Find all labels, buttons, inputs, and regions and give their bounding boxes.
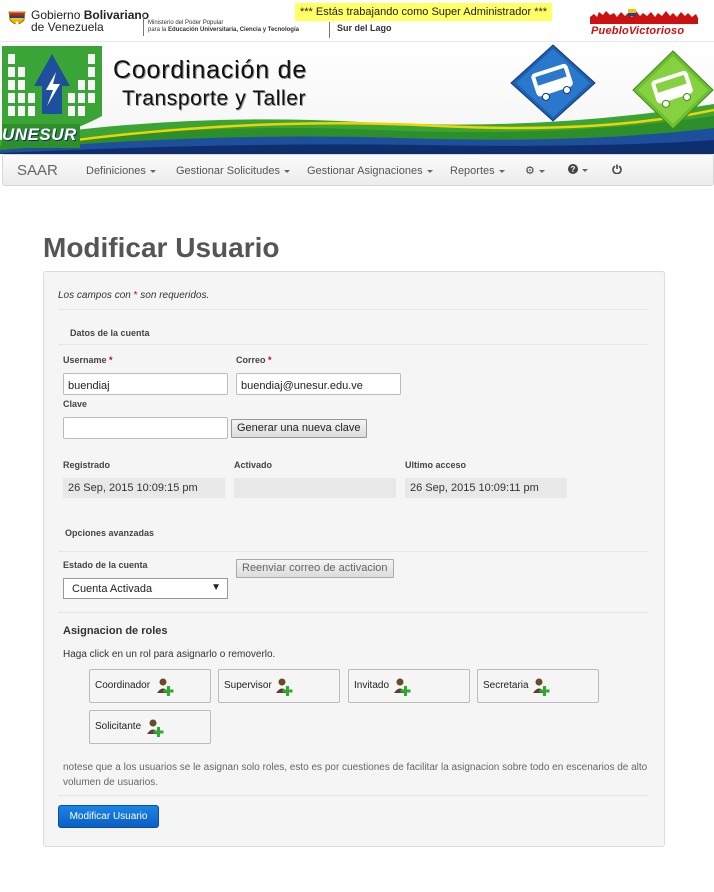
navbar-brand[interactable]: SAAR [17, 162, 58, 179]
role-label: Solicitante [95, 721, 142, 732]
nav-definiciones[interactable]: Definiciones [86, 165, 156, 177]
nav-help[interactable]: ? [568, 164, 588, 176]
advanced-section-legend: Opciones avanzadas [65, 528, 155, 538]
username-label: Username * [63, 355, 113, 365]
nav-logout[interactable] [612, 164, 622, 177]
required-fields-note: Los campos con * son requeridos. [58, 290, 210, 301]
bus-icon [510, 44, 596, 122]
last-access-value: 26 Sep, 2015 10:09:11 pm [405, 478, 567, 498]
role-label: Invitado [354, 680, 390, 691]
generate-password-button[interactable]: Generar una nueva clave [231, 419, 367, 438]
dropdown-arrow-icon: ▼ [211, 582, 221, 593]
caret-down-icon [149, 169, 156, 173]
caret-down-icon [283, 169, 290, 173]
question-icon: ? [568, 164, 578, 174]
account-status-label: Estado de la cuenta [63, 560, 148, 570]
divider [58, 612, 649, 613]
caret-down-icon [426, 169, 433, 173]
role-invitado[interactable]: Invitado [348, 669, 470, 703]
add-role-icon [157, 678, 174, 696]
roles-help-text: Haga click en un rol para asignarlo o re… [63, 649, 276, 660]
activated-label: Activado [234, 460, 273, 470]
divider [58, 309, 649, 310]
nav-settings[interactable]: ⚙ [525, 164, 545, 177]
caret-down-icon [498, 169, 505, 173]
role-supervisor[interactable]: Supervisor [218, 669, 340, 703]
add-role-icon [147, 719, 164, 737]
government-header: Gobierno Bolivariano de Venezuela Minist… [0, 0, 714, 42]
role-secretaria[interactable]: Secretaria [477, 669, 599, 703]
password-label: Clave [63, 399, 88, 409]
power-icon [612, 164, 622, 175]
registered-label: Registrado [63, 460, 111, 470]
region-label: Sur del Lago [337, 23, 392, 33]
account-section-legend: Datos de la cuenta [70, 328, 150, 338]
registered-value: 26 Sep, 2015 10:09:15 pm [63, 478, 225, 498]
superadmin-notice: *** Estás trabajando como Super Administ… [295, 3, 553, 21]
crowd-silhouette-icon [590, 9, 698, 24]
divider [58, 344, 649, 345]
banner-title: Coordinación de [113, 56, 308, 84]
email-label: Correo * [236, 355, 272, 365]
banner-wave-graphic [0, 42, 714, 154]
banner: UNESUR Coordinación de Transporte y Tall… [0, 42, 714, 154]
svg-text:?: ? [571, 165, 576, 174]
roles-note: notese que a los usuarios se le asignan … [63, 762, 648, 788]
divider [58, 551, 649, 552]
role-solicitante[interactable]: Solicitante [89, 710, 211, 744]
role-label: Coordinador [95, 680, 151, 691]
page-title: Modificar Usuario [43, 232, 280, 263]
divider [58, 795, 649, 796]
header-divider [329, 22, 330, 38]
add-role-icon [394, 678, 411, 696]
caret-down-icon [538, 169, 545, 173]
banner-subtitle: Transporte y Taller [122, 87, 307, 110]
gear-icon: ⚙ [525, 165, 535, 177]
role-label: Secretaria [483, 680, 529, 691]
account-status-select[interactable]: Cuenta Activada ▼ [63, 578, 228, 599]
password-input[interactable] [63, 417, 228, 439]
caret-down-icon [582, 168, 588, 172]
nav-gestionar-asignaciones[interactable]: Gestionar Asignaciones [307, 165, 433, 177]
roles-title: Asignacion de roles [63, 625, 168, 637]
bus-icon-green [632, 50, 714, 130]
last-access-label: Ultimo acceso [405, 460, 467, 470]
nav-reportes[interactable]: Reportes [450, 165, 505, 177]
unesur-logo-text: UNESUR [2, 125, 77, 144]
resend-activation-button[interactable]: Reenviar correo de activacion [236, 559, 394, 578]
ministry-name: Ministerio del Poder Popular para la Edu… [148, 20, 299, 33]
account-status-selected: Cuenta Activada [72, 583, 153, 595]
email-input[interactable] [236, 373, 401, 395]
role-label: Supervisor [224, 680, 272, 691]
activated-value [234, 478, 396, 498]
add-role-icon [533, 678, 550, 696]
header-divider [143, 14, 144, 36]
main-navbar: SAAR Definiciones Gestionar Solicitudes … [2, 154, 714, 186]
government-name: Gobierno Bolivariano de Venezuela [31, 8, 150, 34]
submit-button[interactable]: Modificar Usuario [58, 805, 159, 828]
nav-gestionar-solicitudes[interactable]: Gestionar Solicitudes [176, 165, 290, 177]
username-input[interactable] [63, 373, 228, 395]
role-coordinador[interactable]: Coordinador [89, 669, 211, 703]
add-role-icon [276, 678, 293, 696]
page: Gobierno Bolivariano de Venezuela Minist… [0, 0, 714, 892]
venezuela-coat-of-arms-icon [8, 11, 26, 25]
pueblo-victorioso-logo: PuebloVictorioso [588, 8, 700, 38]
